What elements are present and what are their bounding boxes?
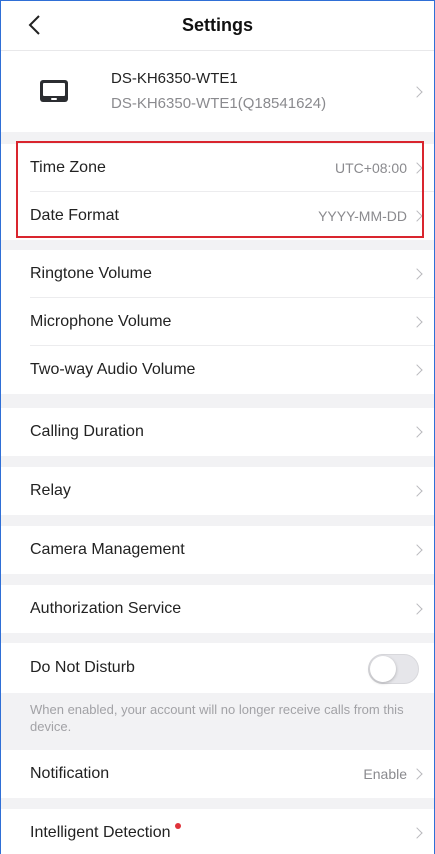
ringtone-volume-label: Ringtone Volume: [30, 265, 152, 282]
notification-status: Enable: [363, 766, 407, 782]
camera-management-row[interactable]: Camera Management: [0, 526, 435, 574]
do-not-disturb-note: When enabled, your account will no longe…: [30, 702, 404, 734]
do-not-disturb-row: Do Not Disturb: [0, 643, 435, 693]
two-way-audio-volume-row[interactable]: Two-way Audio Volume: [0, 346, 435, 394]
monitor-icon: [40, 80, 68, 102]
toggle-knob: [370, 656, 396, 682]
time-zone-row[interactable]: Time Zone UTC+08:00: [0, 144, 435, 192]
chevron-right-icon: [411, 364, 423, 376]
do-not-disturb-toggle[interactable]: [368, 654, 419, 684]
two-way-audio-volume-label: Two-way Audio Volume: [30, 361, 196, 378]
authorization-service-row[interactable]: Authorization Service: [0, 585, 435, 633]
intelligent-detection-group: Intelligent Detection: [0, 809, 435, 854]
top-bar: Settings: [0, 0, 435, 50]
intelligent-detection-label: Intelligent Detection: [30, 824, 171, 841]
do-not-disturb-label: Do Not Disturb: [30, 659, 135, 676]
device-serial: DS-KH6350-WTE1(Q18541624): [111, 95, 327, 112]
ringtone-volume-row[interactable]: Ringtone Volume: [0, 250, 435, 298]
chevron-right-icon: [411, 768, 423, 780]
relay-group: Relay: [0, 467, 435, 515]
camera-management-group: Camera Management: [0, 526, 435, 574]
authorization-service-label: Authorization Service: [30, 600, 182, 617]
calling-duration-label: Calling Duration: [30, 423, 144, 440]
relay-row[interactable]: Relay: [0, 467, 435, 515]
relay-label: Relay: [30, 482, 71, 499]
notification-group: Notification Enable: [0, 750, 435, 798]
notification-label: Notification: [30, 765, 110, 782]
date-format-row[interactable]: Date Format YYYY-MM-DD: [0, 192, 435, 240]
calling-duration-group: Calling Duration: [0, 408, 435, 456]
chevron-right-icon: [411, 827, 423, 839]
date-format-value: YYYY-MM-DD: [318, 208, 407, 224]
chevron-left-icon: [28, 15, 40, 35]
chevron-right-icon: [411, 426, 423, 438]
new-badge-dot: [174, 823, 181, 829]
chevron-right-icon: [411, 316, 423, 328]
do-not-disturb-group: Do Not Disturb: [0, 643, 435, 693]
time-settings-group: Time Zone UTC+08:00 Date Format YYYY-MM-…: [0, 144, 435, 240]
notification-row[interactable]: Notification Enable: [0, 750, 435, 798]
volume-settings-group: Ringtone Volume Microphone Volume Two-wa…: [0, 250, 435, 394]
device-row[interactable]: DS-KH6350-WTE1 DS-KH6350-WTE1(Q18541624): [0, 50, 435, 132]
chevron-right-icon: [411, 210, 423, 222]
microphone-volume-row[interactable]: Microphone Volume: [0, 298, 435, 346]
chevron-right-icon: [411, 162, 423, 174]
page-title: Settings: [181, 14, 253, 35]
date-format-label: Date Format: [30, 207, 119, 224]
chevron-right-icon: [411, 603, 423, 615]
device-name: DS-KH6350-WTE1: [111, 70, 238, 87]
chevron-right-icon: [411, 268, 423, 280]
intelligent-detection-row[interactable]: Intelligent Detection: [0, 809, 435, 854]
camera-management-label: Camera Management: [30, 541, 185, 558]
back-button[interactable]: [20, 10, 48, 40]
calling-duration-row[interactable]: Calling Duration: [0, 408, 435, 456]
microphone-volume-label: Microphone Volume: [30, 313, 172, 330]
chevron-right-icon: [411, 485, 423, 497]
chevron-right-icon: [411, 544, 423, 556]
time-zone-value: UTC+08:00: [335, 160, 407, 176]
chevron-right-icon: [411, 85, 423, 98]
time-zone-label: Time Zone: [30, 159, 106, 176]
authorization-service-group: Authorization Service: [0, 585, 435, 633]
